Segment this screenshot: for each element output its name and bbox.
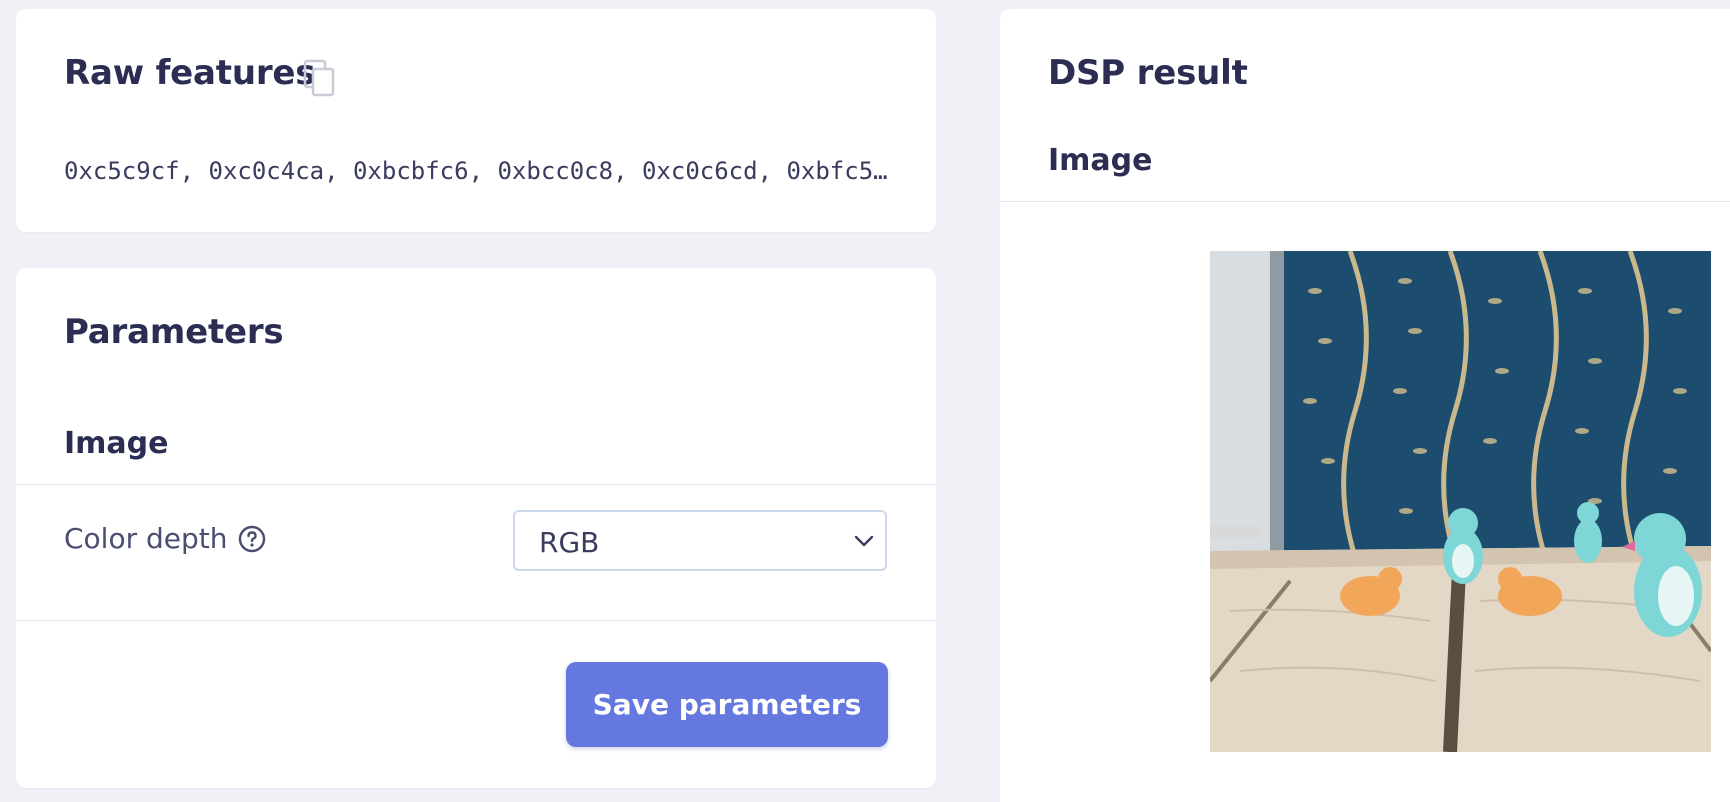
color-depth-value: RGB <box>539 526 600 559</box>
chevron-down-icon <box>854 535 874 547</box>
color-depth-select[interactable]: RGB <box>513 510 887 571</box>
raw-features-values: 0xc5c9cf, 0xc0c4ca, 0xbcbfc6, 0xbcc0c8, … <box>64 157 888 185</box>
form-divider <box>16 620 936 621</box>
dsp-result-title: DSP result <box>1048 53 1248 93</box>
dsp-result-image <box>1210 251 1711 752</box>
color-depth-label-text: Color depth <box>64 522 228 555</box>
color-depth-label: Color depth <box>64 522 266 555</box>
image-section-title: Image <box>64 426 169 461</box>
save-parameters-button[interactable]: Save parameters <box>566 662 888 747</box>
parameters-card: Parameters Image Color depth RGB Save pa… <box>16 268 936 788</box>
parameters-title: Parameters <box>64 312 284 352</box>
raw-features-title: Raw features <box>64 53 316 93</box>
copy-icon[interactable] <box>302 59 336 99</box>
question-circle-icon[interactable] <box>238 525 266 553</box>
section-divider <box>16 484 936 485</box>
raw-features-card: Raw features 0xc5c9cf, 0xc0c4ca, 0xbcbfc… <box>16 9 936 232</box>
dsp-result-card: DSP result Image <box>1000 9 1730 802</box>
dsp-image-section-title: Image <box>1048 143 1153 178</box>
dsp-section-divider <box>1000 201 1730 202</box>
